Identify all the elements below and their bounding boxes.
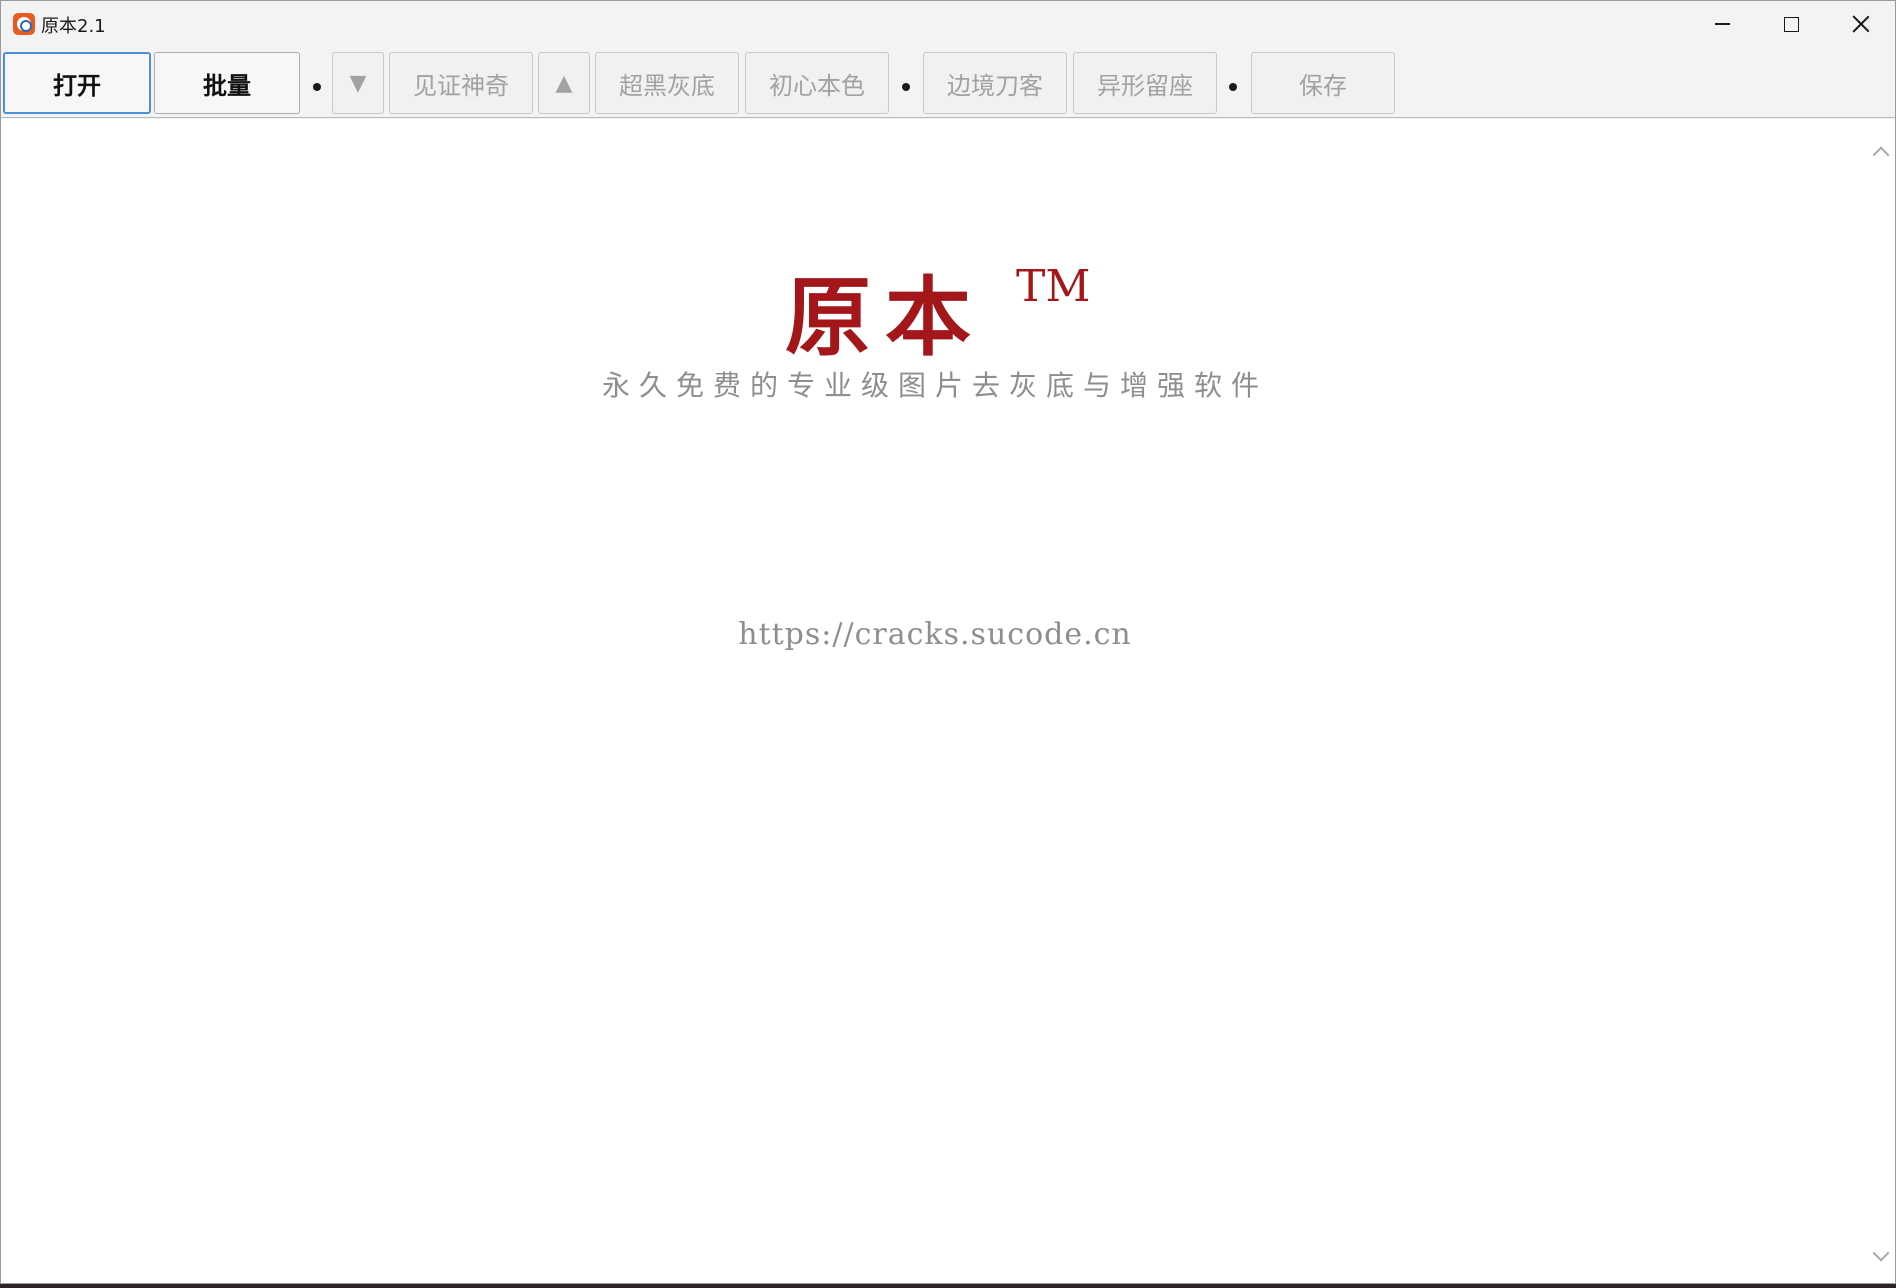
canvas-area[interactable]: 原本 TM 永久免费的专业级图片去灰底与增强软件 https://cracks.… [1, 119, 1895, 1283]
toolbar: 打开 批量 ▼ 见证神奇 ▲ 超黑灰底 初心本色 边境刀客 异形留座 保存 [1, 48, 1895, 118]
border-button[interactable]: 边境刀客 [923, 52, 1067, 114]
magic-button[interactable]: 见证神奇 [389, 52, 533, 114]
irregular-button[interactable]: 异形留座 [1073, 52, 1217, 114]
close-icon [1852, 15, 1870, 33]
window-title: 原本2.1 [41, 16, 106, 37]
tagline: 永久免费的专业级图片去灰底与增强软件 [601, 369, 1268, 402]
title-bar[interactable]: 原本2.1 [1, 1, 1895, 48]
chevron-down-icon[interactable] [1872, 1244, 1890, 1262]
triangle-down-icon: ▼ [349, 70, 367, 96]
minimize-icon [1714, 23, 1730, 25]
chevron-up-icon[interactable] [1872, 146, 1890, 164]
superblack-button[interactable]: 超黑灰底 [595, 52, 739, 114]
close-button[interactable] [1826, 1, 1895, 47]
app-window: 原本2.1 打开 批量 ▼ 见证神奇 ▲ 超黑灰底 初心本色 边境刀客 异形留座… [0, 0, 1896, 1284]
open-button[interactable]: 打开 [3, 52, 151, 114]
down-arrow-button[interactable]: ▼ [332, 52, 384, 114]
triangle-up-icon: ▲ [555, 70, 573, 96]
app-logo-icon [13, 13, 35, 35]
maximize-button[interactable] [1756, 1, 1826, 47]
up-arrow-button[interactable]: ▲ [538, 52, 590, 114]
website-url: https://cracks.sucode.cn [738, 617, 1132, 652]
logo-text: 原本 [785, 267, 985, 368]
maximize-icon [1783, 16, 1799, 32]
minimize-button[interactable] [1687, 1, 1757, 47]
save-button[interactable]: 保存 [1251, 52, 1395, 114]
vertical-scrollbar[interactable] [1867, 119, 1895, 1283]
separator-dot [1229, 83, 1237, 91]
separator-dot [313, 83, 321, 91]
original-color-button[interactable]: 初心本色 [745, 52, 889, 114]
trademark-mark: TM [1016, 261, 1091, 312]
batch-button[interactable]: 批量 [154, 52, 300, 114]
separator-dot [902, 83, 910, 91]
